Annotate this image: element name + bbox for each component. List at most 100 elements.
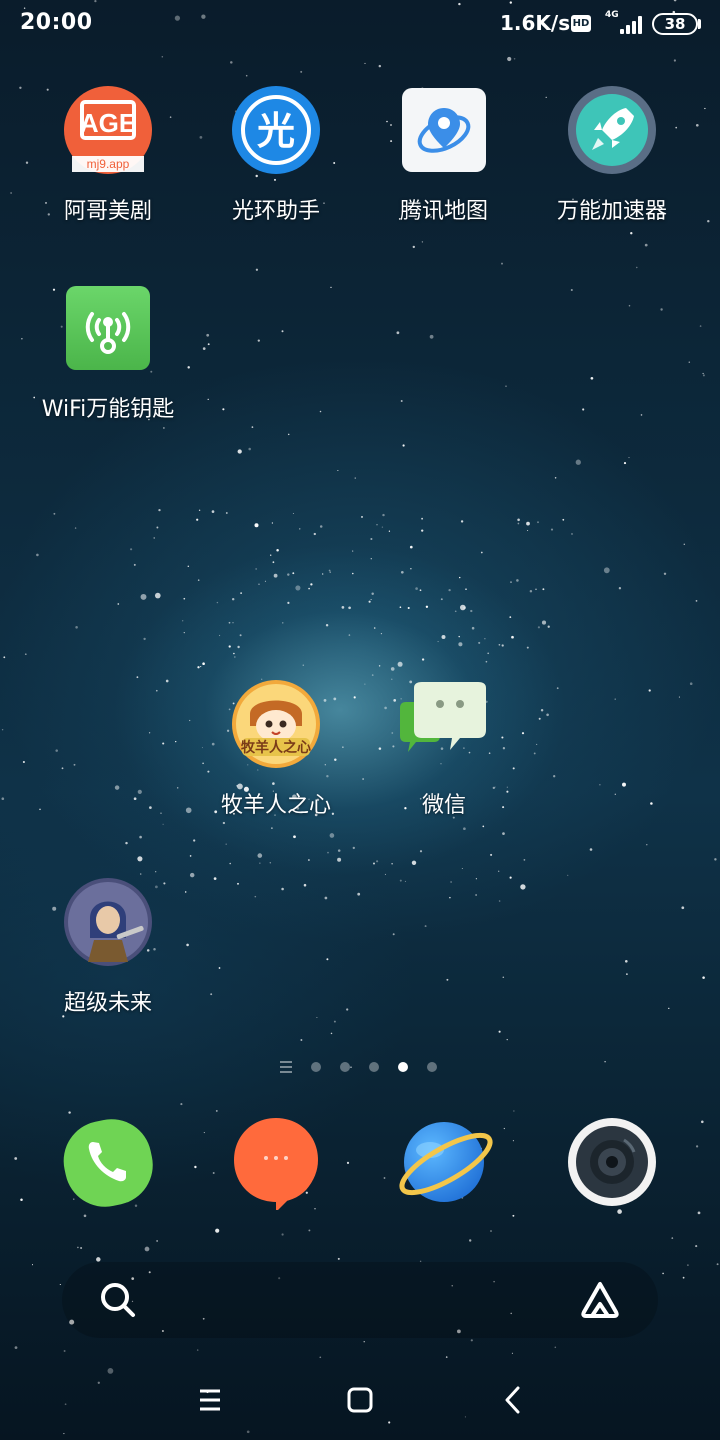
star (354, 477, 356, 479)
star (614, 698, 616, 700)
star (529, 589, 533, 593)
page-dot[interactable] (369, 1062, 379, 1072)
page-dot[interactable] (340, 1062, 350, 1072)
dock-messages[interactable] (228, 1114, 324, 1212)
star (83, 1214, 87, 1218)
star (681, 906, 685, 910)
star (503, 1127, 505, 1130)
star (421, 517, 423, 520)
star (24, 653, 27, 656)
star (546, 713, 549, 717)
star (303, 883, 307, 887)
dock-camera[interactable] (564, 1114, 660, 1210)
star (562, 518, 565, 521)
star (440, 598, 443, 601)
star (397, 661, 403, 667)
star (590, 376, 594, 380)
star (618, 587, 622, 590)
star (300, 70, 303, 73)
page-dot[interactable] (427, 1062, 437, 1072)
star (371, 674, 374, 676)
star (254, 895, 257, 898)
star (264, 580, 266, 582)
star (215, 1109, 218, 1112)
star (668, 1007, 670, 1010)
phone-icon (63, 1119, 153, 1207)
star (156, 526, 159, 529)
star (480, 551, 483, 554)
app-age-tv[interactable]: AGE mj9.app 阿哥美剧 (24, 86, 192, 226)
star (202, 662, 205, 665)
star (269, 862, 272, 864)
home-icon[interactable] (336, 1376, 384, 1424)
app-shepherd-heart[interactable]: 牧羊人之心 牧羊人之心 (192, 680, 360, 820)
star (646, 844, 648, 846)
star (130, 548, 133, 551)
page-dot-active[interactable] (398, 1062, 408, 1072)
star (207, 398, 209, 401)
app-guanghuan[interactable]: 光 光环助手 (192, 86, 360, 226)
assistant-icon[interactable] (578, 1278, 622, 1322)
search-icon[interactable] (98, 1280, 138, 1320)
page-menu-icon[interactable] (280, 1061, 294, 1073)
star (441, 635, 446, 639)
svg-text:牧羊人之心: 牧羊人之心 (241, 739, 311, 756)
star (469, 1239, 472, 1242)
app-tencent-map[interactable]: 腾讯地图 (360, 86, 528, 226)
star (165, 679, 169, 683)
app-super-future[interactable]: 超级未来 (24, 878, 192, 1018)
star (53, 512, 56, 515)
star (211, 510, 215, 513)
star (571, 533, 573, 535)
star (185, 807, 192, 814)
star (533, 752, 536, 755)
star (429, 334, 434, 339)
star (603, 567, 610, 574)
svg-text:AGE: AGE (80, 108, 136, 138)
star (415, 587, 418, 590)
star (628, 457, 630, 459)
browser-icon (399, 1122, 493, 1202)
star (421, 529, 424, 532)
star (161, 55, 164, 58)
dock-phone[interactable] (60, 1114, 156, 1210)
star (310, 583, 313, 586)
star (370, 537, 373, 541)
star (1, 797, 5, 801)
star (714, 858, 717, 861)
app-accelerator[interactable]: 万能加速器 (528, 86, 696, 226)
star (567, 874, 569, 877)
page-dot[interactable] (311, 1062, 321, 1072)
battery-icon: 38 (652, 13, 698, 35)
dock-browser[interactable] (396, 1114, 493, 1210)
star (517, 522, 520, 525)
star (392, 933, 395, 936)
star (419, 850, 423, 853)
app-wifi-key[interactable]: WiFi万能钥匙 (24, 284, 192, 424)
star (125, 841, 128, 845)
star (302, 664, 305, 667)
back-icon[interactable] (488, 1376, 536, 1424)
star (553, 775, 556, 778)
star (454, 610, 457, 613)
star (391, 863, 393, 865)
star (257, 339, 260, 342)
star (498, 643, 501, 646)
star (702, 976, 705, 979)
star (139, 873, 142, 875)
star (137, 789, 142, 795)
star (348, 634, 351, 636)
star (501, 262, 503, 265)
star (507, 56, 512, 62)
star (502, 832, 505, 835)
app-wechat[interactable]: 微信 (360, 680, 528, 820)
star (478, 641, 481, 644)
star (19, 86, 22, 89)
star (189, 719, 191, 722)
search-bar[interactable] (62, 1262, 658, 1338)
menu-icon[interactable] (186, 1376, 234, 1424)
star (404, 880, 406, 882)
star (251, 426, 254, 428)
star (716, 1263, 719, 1266)
star (325, 623, 329, 627)
